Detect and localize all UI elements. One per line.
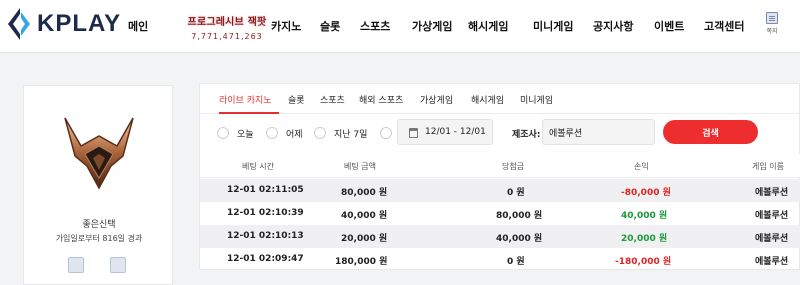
bet-amount: 180,000 원 <box>335 257 388 267</box>
game-name: 에볼루션 <box>755 188 789 198</box>
nav-item-slot[interactable]: 슬롯 <box>320 18 340 34</box>
nav-item-sports[interactable]: 스포츠 <box>360 18 390 34</box>
radio-custom-range[interactable] <box>380 127 392 139</box>
progressive-jackpot-banner[interactable]: 프로그레시브 잭팟 7,771,471,263 <box>167 13 287 41</box>
column-header: 당첨금 <box>502 162 525 171</box>
logo-mark-icon <box>8 8 30 40</box>
profile-card: 좋은신택 가입일로부터 816일 경과 <box>23 85 173 285</box>
nav-item-main[interactable]: 메인 <box>128 18 148 34</box>
profit-loss: -80,000 원 <box>621 188 671 198</box>
brand-logo[interactable]: KPLAY <box>8 8 121 40</box>
radio-last-7-days-label: 지난 7일 <box>334 130 368 140</box>
table-row: 12-01 02:09:47 180,000 원 0 원 -180,000 원 … <box>200 248 800 271</box>
bet-time: 12-01 02:10:13 <box>227 231 304 241</box>
profile-action-icon[interactable] <box>110 257 126 273</box>
message-icon <box>766 12 778 24</box>
message-button[interactable]: 쪽지 <box>764 12 780 35</box>
game-name: 에볼루션 <box>755 211 789 221</box>
nav-item-notice[interactable]: 공지사항 <box>593 18 633 34</box>
radio-yesterday-label: 어제 <box>286 130 303 140</box>
tab-sports[interactable]: 스포츠 <box>320 93 345 106</box>
radio-last-7-days[interactable] <box>314 127 326 139</box>
nav-item-casino[interactable]: 카지노 <box>271 18 301 34</box>
tab-hash[interactable]: 해시게임 <box>471 93 504 106</box>
bet-history-panel: 라이브 카지노 슬롯 스포츠 해외 스포츠 가상게임 해시게임 미니게임 오늘 … <box>199 83 800 270</box>
active-tab-indicator <box>219 112 279 114</box>
nav-item-mini[interactable]: 미니게임 <box>533 18 573 34</box>
nav-item-support[interactable]: 고객센터 <box>704 18 744 34</box>
tab-virtual[interactable]: 가상게임 <box>420 93 453 106</box>
column-header: 손익 <box>634 162 649 171</box>
table-header: 베팅 시간 베팅 금액 당첨금 손익 게임 이름 <box>200 154 800 178</box>
table-row: 12-01 02:10:39 40,000 원 80,000 원 40,000 … <box>200 202 800 225</box>
win-amount: 0 원 <box>507 188 525 198</box>
jackpot-amount: 7,771,471,263 <box>191 32 263 41</box>
tab-overseas-sports[interactable]: 해외 스포츠 <box>359 93 403 106</box>
profile-action-icon[interactable] <box>68 257 84 273</box>
win-amount: 40,000 원 <box>496 234 543 244</box>
bet-amount: 20,000 원 <box>341 234 388 244</box>
game-name: 에볼루션 <box>755 234 789 244</box>
calendar-icon <box>409 128 418 138</box>
radio-yesterday[interactable] <box>266 127 278 139</box>
date-range-value: 12/01 - 12/01 <box>425 127 486 137</box>
tab-slot[interactable]: 슬롯 <box>288 93 305 106</box>
rank-emblem-icon <box>64 117 134 190</box>
bet-time: 12-01 02:11:05 <box>227 185 304 195</box>
search-button[interactable]: 검색 <box>663 120 758 144</box>
filter-bar: 오늘 어제 지난 7일 12/01 - 12/01 제조사: 검색 <box>200 115 800 151</box>
brand-name: KPLAY <box>37 10 122 37</box>
game-category-tabs: 라이브 카지노 슬롯 스포츠 해외 스포츠 가상게임 해시게임 미니게임 <box>200 84 800 114</box>
nav-item-virtual[interactable]: 가상게임 <box>412 18 452 34</box>
radio-today[interactable] <box>217 127 229 139</box>
profile-name: 좋은신택 <box>82 220 116 230</box>
bet-time: 12-01 02:10:39 <box>227 208 304 218</box>
game-name: 에볼루션 <box>755 257 789 267</box>
date-range-picker[interactable]: 12/01 - 12/01 <box>397 119 493 145</box>
profit-loss: -180,000 원 <box>615 257 672 267</box>
win-amount: 80,000 원 <box>496 211 543 221</box>
column-header: 게임 이름 <box>752 162 784 171</box>
message-label: 쪽지 <box>766 28 778 35</box>
win-amount: 0 원 <box>507 257 525 267</box>
column-header: 베팅 시간 <box>242 162 274 171</box>
provider-field[interactable] <box>542 119 655 145</box>
radio-today-label: 오늘 <box>237 130 254 140</box>
table-row: 12-01 02:10:13 20,000 원 40,000 원 20,000 … <box>200 225 800 248</box>
profit-loss: 20,000 원 <box>621 234 668 244</box>
nav-item-event[interactable]: 이벤트 <box>654 18 684 34</box>
column-header: 베팅 금액 <box>344 162 376 171</box>
bet-time: 12-01 02:09:47 <box>227 254 304 264</box>
bet-amount: 80,000 원 <box>341 188 388 198</box>
top-header: KPLAY 메인 프로그레시브 잭팟 7,771,471,263 카지노 슬롯 … <box>0 0 800 53</box>
tab-mini[interactable]: 미니게임 <box>520 93 553 106</box>
profile-join-elapsed: 가입일로부터 816일 경과 <box>55 234 143 243</box>
jackpot-title: 프로그레시브 잭팟 <box>187 17 267 28</box>
table-row: 12-01 02:11:05 80,000 원 0 원 -80,000 원 에볼… <box>200 179 800 202</box>
provider-label: 제조사: <box>512 130 541 140</box>
tab-live-casino[interactable]: 라이브 카지노 <box>219 93 272 106</box>
profit-loss: 40,000 원 <box>621 211 668 221</box>
bet-amount: 40,000 원 <box>341 211 388 221</box>
nav-item-hash[interactable]: 해시게임 <box>468 18 508 34</box>
